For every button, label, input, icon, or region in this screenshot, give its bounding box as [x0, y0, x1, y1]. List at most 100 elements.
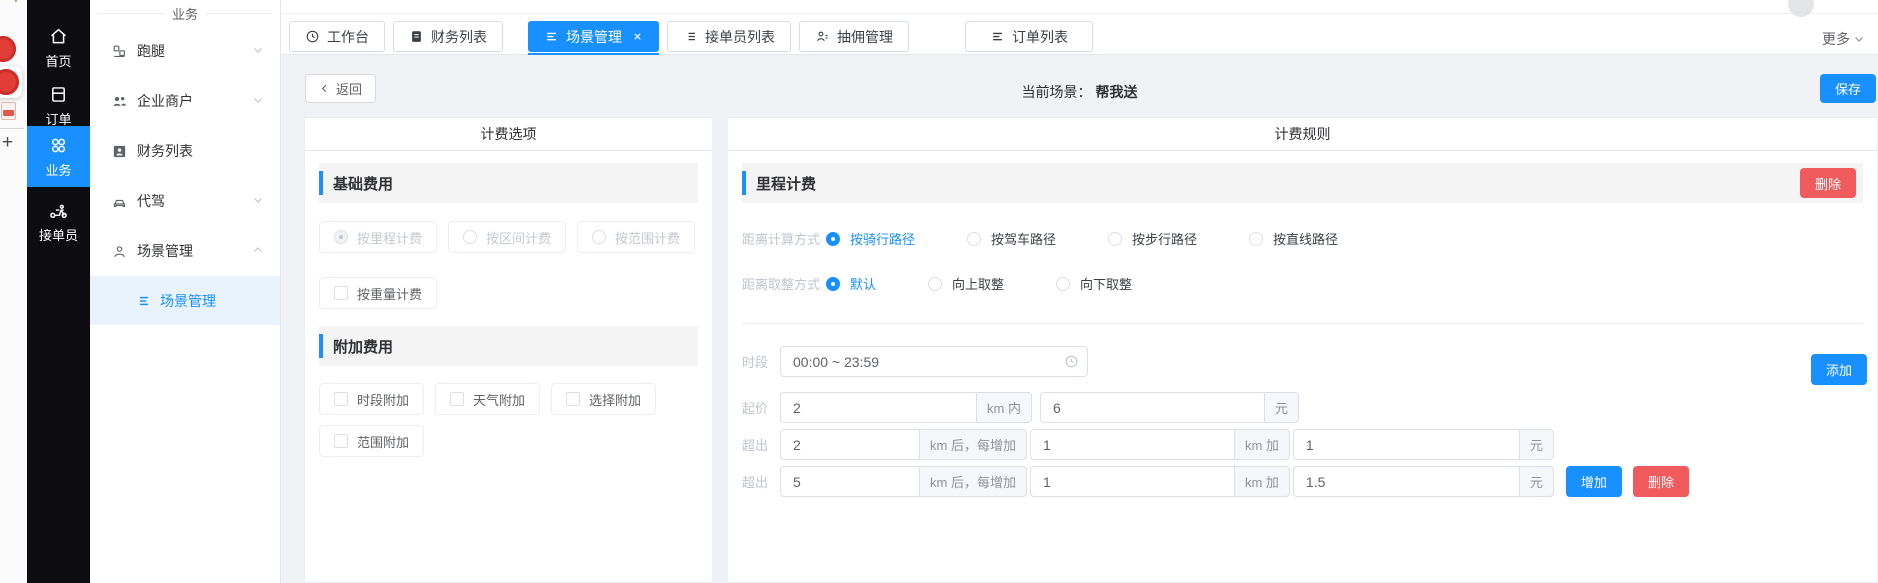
distance-calc-row: 距离计算方式 按骑行路径 按驾车路径 按步行路径 [742, 229, 1863, 248]
main-area: 工作台 财务列表 场景管理 接单员列表 抽佣管理 [281, 0, 1878, 583]
start-price-input[interactable] [1040, 392, 1264, 423]
primary-sidebar: 首页 订单 业务 接单员 [27, 0, 90, 583]
close-icon[interactable] [632, 31, 643, 42]
radio-by-range[interactable]: 按范围计费 [577, 221, 695, 253]
exceed-price-input[interactable] [1293, 429, 1519, 460]
delete-section-button[interactable]: 删除 [1800, 168, 1856, 198]
person-icon [111, 243, 128, 260]
menu-item-label: 企业商户 [137, 91, 193, 111]
checkbox-range-extra[interactable]: 范围附加 [319, 425, 424, 457]
time-range-input[interactable] [780, 346, 1088, 377]
tab-finance-list[interactable]: 财务列表 [393, 21, 503, 52]
row-label: 起价 [742, 398, 780, 417]
unit-addon: 元 [1519, 466, 1554, 497]
radio-walking-route[interactable]: 按步行路径 [1108, 229, 1197, 248]
radio-straight-line[interactable]: 按直线路径 [1249, 229, 1338, 248]
start-distance-input[interactable] [780, 392, 976, 423]
radio-icon [928, 277, 942, 291]
radio-round-default[interactable]: 默认 [826, 274, 876, 293]
sidebar-item-home[interactable]: 首页 [27, 22, 90, 70]
car-icon [111, 193, 128, 210]
time-period-row: 时段 [742, 346, 1863, 377]
radio-icon [967, 232, 981, 246]
add-time-period-button[interactable]: 添加 [1811, 354, 1867, 385]
checkbox-label: 按重量计费 [357, 284, 422, 303]
radio-label: 按驾车路径 [991, 229, 1056, 248]
tab-scene-management-active[interactable]: 场景管理 [528, 21, 659, 52]
sidebar-item-label: 业务 [45, 160, 71, 179]
menu-item-finance-list[interactable]: 财务列表 [90, 126, 280, 176]
unit-addon: km 加 [1234, 466, 1290, 497]
row-label: 时段 [742, 352, 780, 371]
radio-round-up[interactable]: 向上取整 [928, 274, 1004, 293]
tab-courier-list[interactable]: 接单员列表 [667, 21, 791, 52]
exceed-row-1: 超出 km 后，每增加 km 加 元 [742, 429, 1863, 460]
divider [742, 323, 1863, 324]
radio-icon [463, 230, 477, 244]
menu-item-scene-management[interactable]: 场景管理 [90, 226, 280, 276]
section-header-mileage-billing: 里程计费 删除 [742, 163, 1863, 203]
checkbox-icon [334, 392, 348, 406]
tab-order-list[interactable]: 订单列表 [965, 21, 1093, 52]
exceed-after-input[interactable] [780, 429, 919, 460]
unit-addon: km 后，每增加 [919, 466, 1027, 497]
radio-riding-route[interactable]: 按骑行路径 [826, 229, 915, 248]
menu-item-label: 代驾 [137, 191, 165, 211]
radio-icon [1249, 232, 1263, 246]
base-fee-radio-group: 按里程计费 按区间计费 按范围计费 [319, 221, 698, 253]
tab-workbench[interactable]: 工作台 [289, 21, 385, 52]
exceed-price-input[interactable] [1293, 466, 1519, 497]
section-header-base-fees: 基础费用 [319, 163, 698, 203]
finance-doc-icon [111, 143, 128, 160]
tab-commission-management[interactable]: 抽佣管理 [799, 21, 909, 52]
radio-label: 按骑行路径 [850, 229, 915, 248]
list-icon [544, 29, 559, 44]
radio-icon [334, 230, 348, 244]
clock-icon [1064, 354, 1079, 369]
checkbox-time-extra[interactable]: 时段附加 [319, 383, 424, 415]
radio-icon [1056, 277, 1070, 291]
menu-item-errands[interactable]: 跑腿 [90, 26, 280, 76]
billing-options-panel: 计费选项 基础费用 按里程计费 按区间计费 按范围计费 [304, 117, 713, 583]
finance-doc-icon [409, 29, 424, 44]
sidebar-item-couriers[interactable]: 接单员 [27, 196, 90, 244]
radio-by-mileage[interactable]: 按里程计费 [319, 221, 437, 253]
menu-item-driving[interactable]: 代驾 [90, 176, 280, 226]
checkbox-icon [334, 286, 348, 300]
menu-item-enterprise-merchants[interactable]: 企业商户 [90, 76, 280, 126]
sidebar-item-orders[interactable]: 订单 [27, 80, 90, 128]
chevron-down-icon [252, 93, 264, 109]
checkbox-select-extra[interactable]: 选择附加 [551, 383, 656, 415]
unit-addon: km 后，每增加 [919, 429, 1027, 460]
billing-rules-panel: 计费规则 里程计费 删除 距离计算方式 按骑行路径 按驾车路径 [727, 117, 1878, 583]
add-tier-button[interactable]: 增加 [1566, 466, 1622, 497]
radio-label: 默认 [850, 274, 876, 293]
exceed-after-input[interactable] [780, 466, 919, 497]
apps-grid-icon [48, 135, 69, 156]
exceed-step-input[interactable] [1030, 466, 1234, 497]
checkbox-weather-extra[interactable]: 天气附加 [435, 383, 540, 415]
background-window-strip: + [0, 0, 27, 583]
save-button[interactable]: 保存 [1820, 74, 1876, 103]
row-label: 超出 [742, 435, 780, 454]
more-menu[interactable]: 更多 [1822, 29, 1865, 49]
sidebar-item-label: 接单员 [39, 225, 78, 244]
delete-tier-button[interactable]: 删除 [1633, 466, 1689, 497]
radio-label: 向下取整 [1080, 274, 1132, 293]
secondary-sidebar: 业务 跑腿 企业商户 财务列表 代驾 场景管理 场景管理 [90, 0, 281, 583]
unit-addon: km 内 [976, 392, 1032, 423]
radio-icon [592, 230, 606, 244]
checkbox-by-weight[interactable]: 按重量计费 [319, 277, 437, 309]
radio-round-down[interactable]: 向下取整 [1056, 274, 1132, 293]
weight-fee-row: 按重量计费 [319, 277, 698, 309]
exceed-step-input[interactable] [1030, 429, 1234, 460]
radio-driving-route[interactable]: 按驾车路径 [967, 229, 1056, 248]
sidebar-item-business[interactable]: 业务 [27, 126, 90, 187]
radio-label: 按范围计费 [615, 228, 680, 247]
tab-label: 财务列表 [431, 27, 487, 47]
submenu-item-scene-management-active[interactable]: 场景管理 [90, 276, 280, 325]
radio-by-interval[interactable]: 按区间计费 [448, 221, 566, 253]
distance-round-row: 距离取整方式 默认 向上取整 向下取整 [742, 274, 1863, 293]
checkbox-icon [334, 434, 348, 448]
menu-item-label: 跑腿 [137, 41, 165, 61]
